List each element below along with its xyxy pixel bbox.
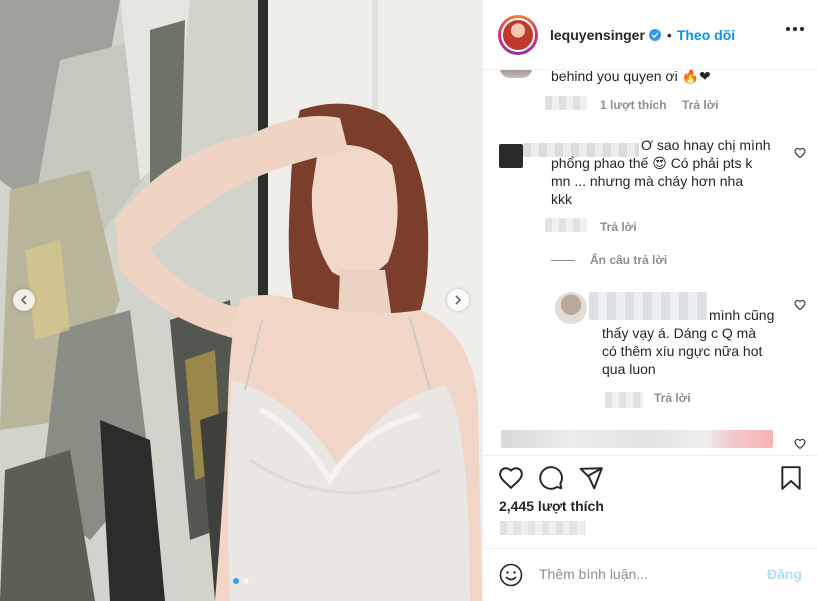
avatar[interactable]: [555, 292, 587, 324]
paper-plane-icon[interactable]: [578, 465, 604, 491]
heart-outline-icon[interactable]: [794, 147, 806, 159]
carousel-dot-active: [233, 578, 239, 584]
divider: [551, 260, 575, 261]
comment-text-line: kkk: [551, 191, 572, 207]
header-separator: •: [666, 26, 672, 43]
action-bar: 2,445 lượt thích: [483, 455, 817, 550]
comment-input[interactable]: [539, 564, 754, 584]
reply-text-line: thấy vạy á. Dáng c Q mà: [602, 325, 757, 341]
smiley-icon[interactable]: [499, 563, 523, 587]
ellipsis-icon: [786, 27, 790, 31]
verified-badge-icon: [648, 28, 661, 41]
heart-outline-icon[interactable]: [794, 299, 806, 311]
photo-artwork: [0, 0, 482, 601]
timestamp-blurred: [545, 218, 587, 232]
chevron-left-icon: [20, 295, 27, 305]
post-photo[interactable]: [0, 0, 482, 601]
timestamp-blurred: [545, 96, 587, 110]
post-comment-button[interactable]: Đăng: [767, 566, 802, 582]
reply-text-line: qua luon: [602, 361, 656, 377]
post-date-blurred: [500, 521, 585, 535]
hide-replies-button[interactable]: Ẩn câu trả lời: [590, 253, 667, 267]
reply-text-line: có thêm xíu ngực nữa hot: [602, 343, 763, 359]
avatar[interactable]: [500, 70, 532, 78]
reply-button[interactable]: Trả lời: [600, 220, 637, 234]
add-comment-bar: Đăng: [483, 548, 817, 601]
reply-button[interactable]: Trả lời: [682, 98, 719, 112]
comment-text: behind you quyen ơi 🔥❤: [551, 70, 711, 84]
carousel-dot: [243, 578, 249, 584]
bookmark-icon[interactable]: [778, 465, 804, 491]
comment-likes-link[interactable]: 1 lượt thích: [600, 98, 667, 112]
speech-bubble-icon[interactable]: [538, 465, 564, 491]
chevron-right-icon: [455, 295, 462, 305]
carousel-next-button[interactable]: [447, 289, 469, 311]
username-blurred[interactable]: [589, 292, 707, 320]
reply-text-line: mình cũng: [709, 307, 775, 323]
avatar[interactable]: [499, 144, 523, 168]
username-link[interactable]: lequyensinger: [550, 27, 645, 43]
heart-outline-icon[interactable]: [498, 465, 524, 491]
timestamp-blurred: [605, 392, 643, 408]
post-sidebar: lequyensinger • Theo dõi behind you quye…: [482, 0, 817, 601]
follow-button[interactable]: Theo dõi: [677, 27, 735, 43]
comment-text-line: phổng phao thế 😍 Có phải pts k: [551, 155, 753, 171]
comment-text-line: mn ... nhưng mà cháy hơn nha: [551, 173, 744, 189]
avatar[interactable]: [498, 14, 538, 55]
comment-blurred: [501, 430, 773, 448]
carousel-indicator: [0, 578, 482, 584]
reply-button[interactable]: Trả lời: [654, 391, 691, 405]
carousel-prev-button[interactable]: [13, 289, 35, 311]
post-header: lequyensinger • Theo dõi: [483, 0, 817, 70]
heart-outline-icon[interactable]: [794, 438, 806, 450]
comments-list[interactable]: behind you quyen ơi 🔥❤ 1 lượt thích Trả …: [483, 70, 817, 455]
more-options-button[interactable]: [786, 27, 804, 31]
likes-count[interactable]: 2,445 lượt thích: [499, 498, 604, 514]
comment-text-line: Ơ sao hnay chị mình: [641, 137, 771, 153]
